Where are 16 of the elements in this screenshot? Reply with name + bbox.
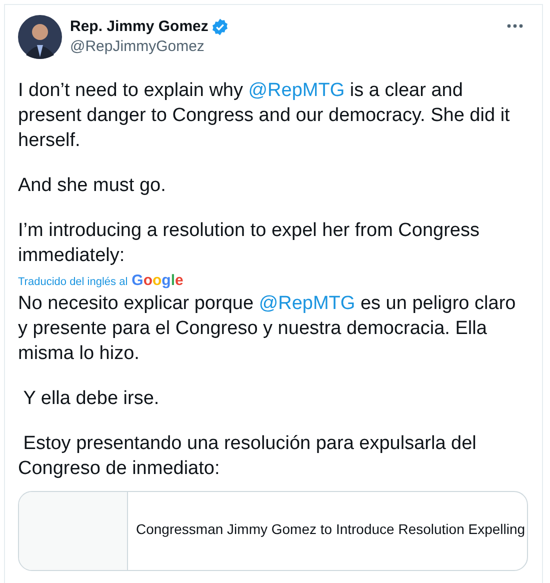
translator-logo: Google <box>132 272 184 289</box>
translation-label[interactable]: Traducido del inglés al <box>18 276 128 288</box>
translated-text: Y ella debe irse. <box>22 387 160 411</box>
author-handle[interactable]: @RepJimmyGomez <box>70 37 499 57</box>
tweet-text: And she must go. <box>18 174 167 198</box>
mention-link[interactable]: @RepMTG <box>248 80 345 101</box>
tweet-text: I’m introducing a resolution to expel her from Congress immediately: <box>18 219 481 268</box>
tweet-text: I don’t need to explain why @RepMTG is a clear and present danger to Congress and our democracy. She did it herself. <box>18 79 511 153</box>
translated-text: Estoy presentando una resolución para expulsarla del Congreso de inmediato: <box>18 432 478 481</box>
link-preview-card[interactable]: Congressman Jimmy Gomez to Introduce Resolution Expelling <box>18 491 528 571</box>
more-icon[interactable] <box>507 24 523 28</box>
avatar[interactable] <box>18 15 62 59</box>
link-title[interactable]: Congressman Jimmy Gomez to Introduce Resolution Expelling <box>136 521 526 537</box>
mention-link[interactable]: @RepMTG <box>258 293 356 314</box>
translated-text: No necesito explicar porque @RepMTG es un peligro claro y presente para el Congreso y nuestra democracia. Ella misma lo hizo. <box>18 292 517 366</box>
author-name[interactable]: Rep. Jimmy Gomez <box>70 17 208 37</box>
